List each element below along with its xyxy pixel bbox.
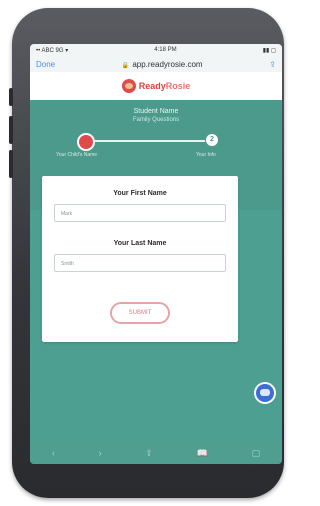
page-title: Student Name	[133, 108, 179, 115]
forward-icon[interactable]: ›	[99, 448, 102, 458]
carrier-signal: •• ABC 9G ▾	[36, 47, 69, 54]
submit-button[interactable]: SUBMIT	[110, 302, 170, 324]
volume-up-button	[9, 116, 13, 144]
step-2-indicator: 2	[206, 134, 218, 146]
last-name-label: Your Last Name	[113, 240, 167, 247]
done-button[interactable]: Done	[36, 60, 55, 69]
step-1-indicator	[77, 133, 95, 151]
last-name-input[interactable]: Smith	[54, 254, 226, 272]
brand-logo-text: ReadyRosie	[139, 81, 191, 91]
lock-icon: 🔒	[121, 62, 130, 69]
url-text: app.readyrosie.com	[132, 59, 203, 69]
brand-name-ready: Ready	[138, 81, 166, 91]
name-form-card: Your First Name Mark Your Last Name Smit…	[42, 176, 238, 342]
browser-toolbar: ‹ › ⇪ 📖 ▢	[30, 442, 282, 464]
tabs-icon[interactable]: ▢	[252, 448, 261, 459]
first-name-input[interactable]: Mark	[54, 204, 226, 222]
step-2-label: Your Info	[196, 152, 216, 158]
brand-name-rosie: Rosie	[165, 81, 191, 91]
battery-icon: ▮▮ ◻	[262, 47, 276, 54]
page-subtitle: Family Questions	[132, 117, 180, 123]
step-1-label: Your Child's Name	[56, 152, 98, 158]
browser-address-bar: Done 🔒 app.readyrosie.com ⇪	[30, 56, 282, 72]
url-display[interactable]: 🔒 app.readyrosie.com	[55, 60, 269, 69]
status-bar: •• ABC 9G ▾ 4:18 PM ▮▮ ◻	[30, 44, 282, 56]
chat-icon[interactable]	[256, 384, 274, 402]
phone-frame: •• ABC 9G ▾ 4:18 PM ▮▮ ◻ Done 🔒 app.ready…	[9, 8, 284, 498]
back-icon[interactable]: ‹	[52, 448, 55, 458]
mute-switch	[9, 88, 13, 106]
first-name-label: Your First Name	[113, 190, 167, 197]
brand-header: ReadyRosie	[30, 72, 282, 101]
bookmarks-icon[interactable]: 📖	[197, 448, 208, 459]
volume-down-button	[9, 150, 13, 178]
clock: 4:18 PM	[154, 47, 177, 53]
share-icon[interactable]: ⇪	[269, 60, 276, 69]
toolbar-share-icon[interactable]: ⇪	[145, 448, 153, 459]
phone-screen: •• ABC 9G ▾ 4:18 PM ▮▮ ◻ Done 🔒 app.ready…	[30, 44, 282, 464]
rosie-logo-icon	[121, 79, 136, 93]
progress-line	[87, 140, 205, 142]
